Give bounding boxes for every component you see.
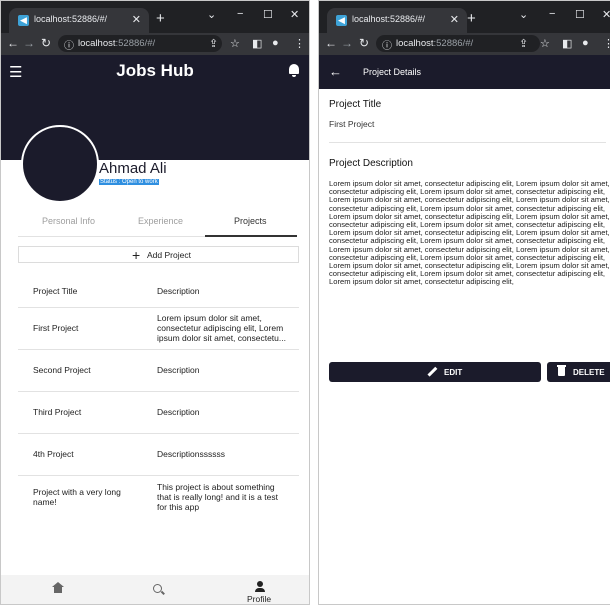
add-project-button[interactable]: + Add Project [18,246,299,263]
project-description-heading: Project Description [329,158,413,169]
edit-label: EDIT [444,368,463,377]
info-icon[interactable]: ⓘ [382,37,392,52]
minimize-button[interactable]: − [237,8,243,20]
maximize-button[interactable]: ☐ [263,8,273,21]
table-row[interactable]: 4th Project Descriptionssssss [18,433,299,476]
app-bar: ☰ Jobs Hub [1,55,309,88]
url-text: localhost:52886/#/ [396,38,474,49]
row-title: Second Project [33,365,91,375]
forward-icon[interactable]: → [23,36,35,50]
row-description: Lorem ipsum dolor sit amet, consectetur … [157,313,286,343]
profile-name: Ahmad Ali [99,160,167,177]
favicon-icon: ◀ [18,15,29,26]
table-row[interactable]: First Project Lorem ipsum dolor sit amet… [18,307,299,350]
row-title: 4th Project [33,449,74,459]
plus-icon: + [132,247,141,263]
table-row[interactable]: Project with a very long name! This proj… [18,475,299,521]
browser-toolbar: ← → ↻ ⓘ localhost:52886/#/ ⇪ ☆ ◧ ● ⋮ [319,33,610,55]
tab-strip: ◀ localhost:52886/#/ ✕ + ⌄ − ☐ ✕ [1,1,309,33]
new-tab-button[interactable]: + [467,10,476,27]
back-arrow-icon[interactable]: ← [329,64,342,79]
header-description: Description [157,286,200,296]
header-project-title: Project Title [33,286,78,296]
person-icon[interactable] [255,581,265,593]
back-icon[interactable]: ← [7,36,19,50]
share-icon[interactable]: ⇪ [209,37,218,50]
maximize-button[interactable]: ☐ [575,8,585,21]
tab-strip: ◀ localhost:52886/#/ ✕ + ⌄ − ☐ ✕ [319,1,610,33]
tab-title: localhost:52886/#/ [34,14,108,24]
row-title: Third Project [33,407,82,417]
url-text: localhost:52886/#/ [78,38,156,49]
active-tab-indicator [205,235,297,237]
close-tab-icon[interactable]: ✕ [132,13,141,26]
row-title: Project with a very long name! [33,487,121,507]
tab-title: localhost:52886/#/ [352,14,426,24]
table-header-row: Project Title Description [18,273,299,308]
row-title: First Project [33,323,79,333]
share-icon[interactable]: ⇪ [519,37,528,50]
search-icon[interactable] [153,584,162,593]
bell-icon[interactable] [289,64,299,77]
avatar [21,125,99,203]
new-tab-button[interactable]: + [156,10,165,27]
close-window-button[interactable]: ✕ [602,8,610,21]
sidepanel-icon[interactable]: ◧ [252,37,262,50]
info-icon[interactable]: ⓘ [64,37,74,52]
row-description: This project is about something that is … [157,482,278,512]
tab-personal-info[interactable]: Personal Info [42,216,95,226]
reload-icon[interactable]: ↻ [41,36,51,50]
profile-nav-label[interactable]: Profile [247,594,271,604]
details-app-bar: ← Project Details [319,55,610,89]
delete-label: DELETE [573,368,605,377]
table-row[interactable]: Second Project Description [18,349,299,392]
row-description: Descriptionssssss [157,449,226,459]
menu-dots-icon[interactable]: ⋮ [294,37,305,50]
edit-button[interactable]: EDIT [329,362,541,382]
delete-button[interactable]: DELETE [547,362,610,382]
details-title: Project Details [363,67,422,77]
row-description: Description [157,365,200,375]
tab-experience[interactable]: Experience [138,216,183,226]
tab-search-icon[interactable]: ⌄ [519,8,528,21]
address-bar[interactable]: ⓘ localhost:52886/#/ [58,35,222,52]
profile-icon[interactable]: ● [582,37,589,49]
forward-icon[interactable]: → [341,36,353,50]
left-browser-window: ◀ localhost:52886/#/ ✕ + ⌄ − ☐ ✕ ← → ↻ ⓘ… [0,0,310,605]
add-project-label: Add Project [147,250,191,260]
browser-tab[interactable]: ◀ localhost:52886/#/ ✕ [9,8,149,33]
back-icon[interactable]: ← [325,36,337,50]
address-bar[interactable]: ⓘ localhost:52886/#/ [376,35,540,52]
trash-icon [557,365,566,376]
menu-dots-icon[interactable]: ⋮ [603,37,610,50]
browser-tab[interactable]: ◀ localhost:52886/#/ ✕ [327,8,467,33]
pencil-icon [427,366,438,377]
tab-projects[interactable]: Projects [234,216,267,226]
project-description-text: Lorem ipsum dolor sit amet, consectetur … [329,179,610,287]
divider [329,142,606,143]
tab-search-icon[interactable]: ⌄ [207,8,216,21]
right-browser-window: ◀ localhost:52886/#/ ✕ + ⌄ − ☐ ✕ ← → ↻ ⓘ… [318,0,610,605]
browser-toolbar: ← → ↻ ⓘ localhost:52886/#/ ⇪ ☆ ◧ ● ⋮ [1,33,309,55]
close-window-button[interactable]: ✕ [290,8,299,21]
table-row[interactable]: Third Project Description [18,391,299,434]
close-tab-icon[interactable]: ✕ [450,13,459,26]
reload-icon[interactable]: ↻ [359,36,369,50]
favicon-icon: ◀ [336,15,347,26]
project-title-heading: Project Title [329,99,382,110]
app-title: Jobs Hub [116,61,194,80]
bookmark-star-icon[interactable]: ☆ [230,37,240,50]
bookmark-star-icon[interactable]: ☆ [540,37,550,50]
minimize-button[interactable]: − [549,8,555,20]
row-description: Description [157,407,200,417]
sidepanel-icon[interactable]: ◧ [562,37,572,50]
home-icon[interactable] [52,582,64,593]
profile-icon[interactable]: ● [272,37,279,49]
status-badge: Status : Open to work [99,179,159,185]
project-title-value: First Project [329,119,375,129]
